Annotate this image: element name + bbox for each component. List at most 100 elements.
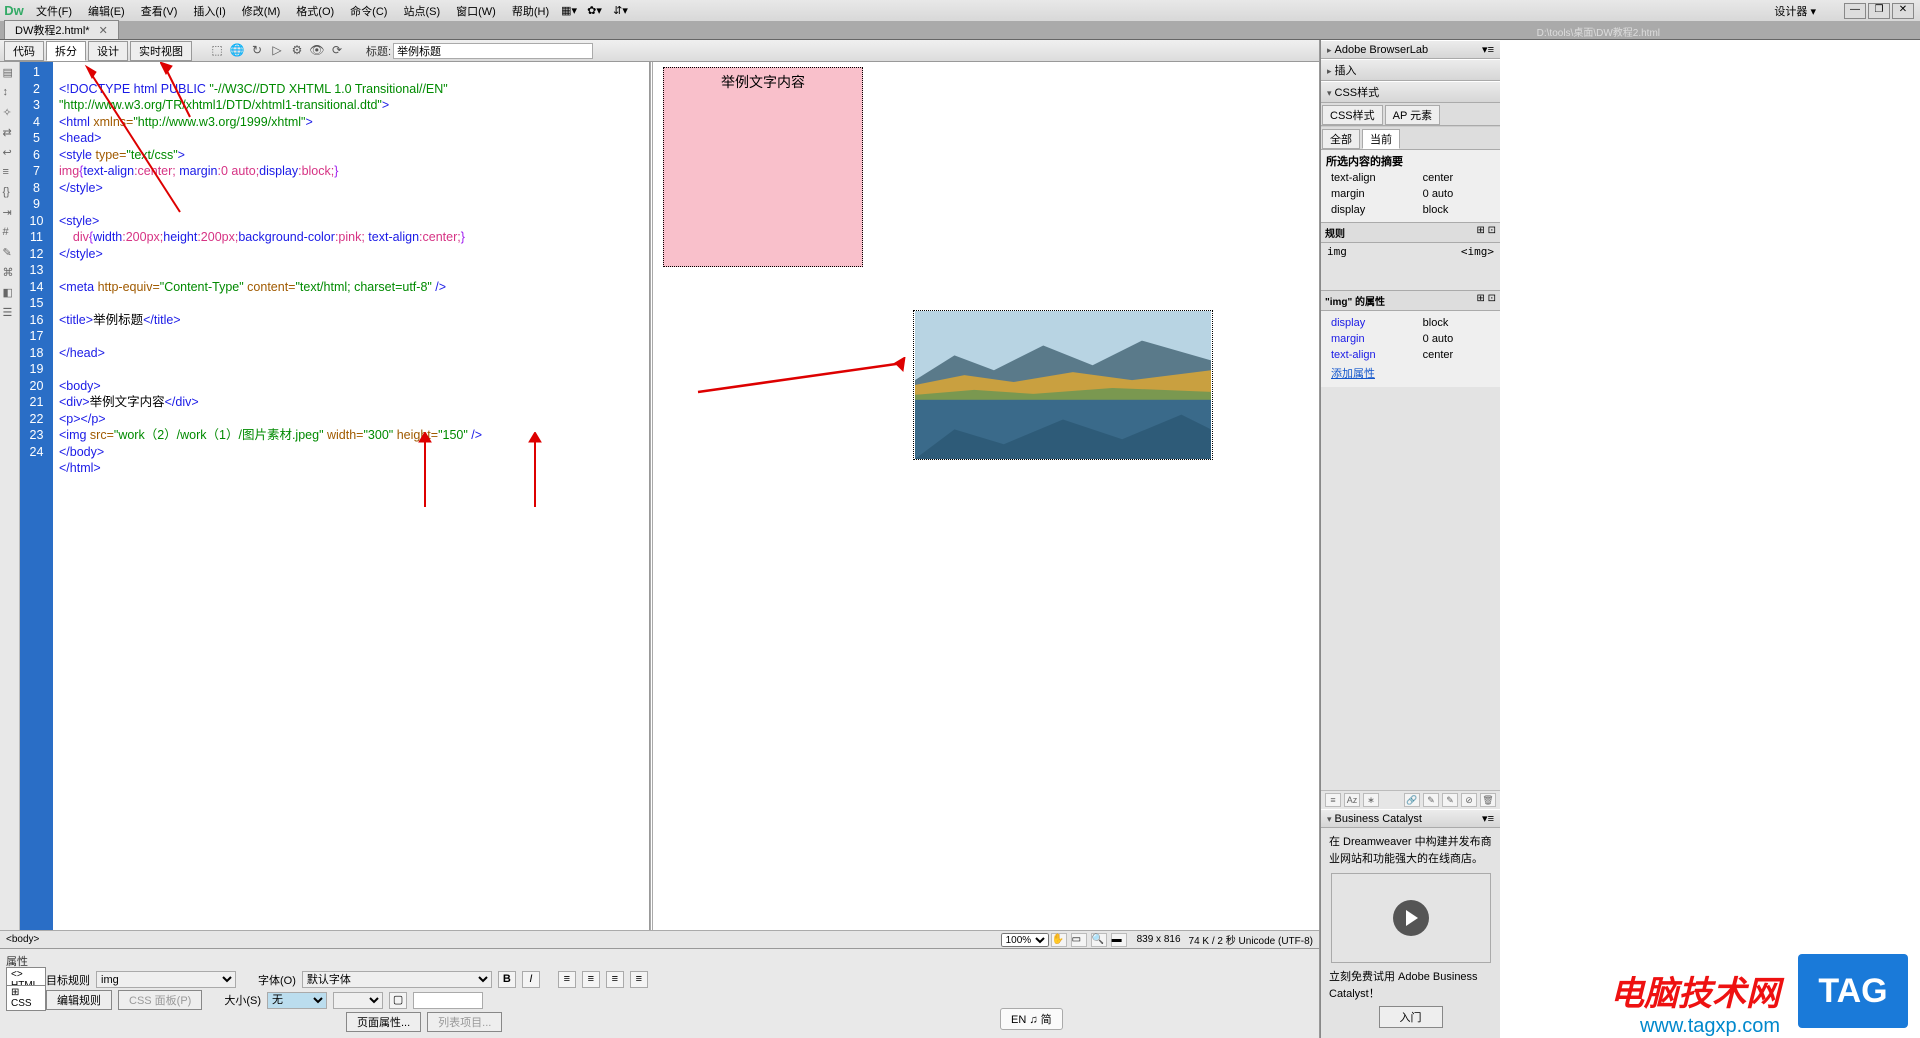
add-property-link[interactable]: 添加属性: [1331, 368, 1375, 380]
zoom-tool-icon[interactable]: 🔍: [1091, 933, 1107, 947]
gutter-open-icon[interactable]: ▤: [3, 66, 17, 80]
css-subtab-current[interactable]: 当前: [1362, 129, 1400, 149]
view-design-button[interactable]: 设计: [88, 41, 128, 61]
bcat-start-button[interactable]: 入门: [1379, 1006, 1443, 1028]
props-mode-css[interactable]: ⊞ CSS: [6, 985, 46, 1011]
screen-size-icon[interactable]: ▬: [1111, 933, 1127, 947]
menu-commands[interactable]: 命令(C): [342, 3, 395, 19]
align-left-button[interactable]: ≡: [558, 971, 576, 988]
menu-help[interactable]: 帮助(H): [504, 3, 557, 19]
document-tab[interactable]: DW教程2.html* ✕: [4, 20, 119, 39]
disable-icon[interactable]: ⊘: [1461, 793, 1477, 807]
design-view[interactable]: 举例文字内容: [650, 62, 1319, 930]
css-panel-header[interactable]: ▾CSS样式: [1321, 81, 1500, 103]
css-tab-ap[interactable]: AP 元素: [1385, 105, 1441, 125]
workspace-switcher[interactable]: 设计器 ▾: [1766, 3, 1824, 19]
attach-icon[interactable]: 🔗: [1404, 793, 1420, 807]
menu-insert[interactable]: 插入(I): [185, 3, 233, 19]
gutter-wand-icon[interactable]: ✧: [3, 106, 17, 120]
menu-edit[interactable]: 编辑(E): [80, 3, 133, 19]
font-select[interactable]: 默认字体: [302, 971, 492, 988]
business-catalyst-header[interactable]: ▾Business Catalyst▾≡: [1321, 809, 1500, 828]
tab-close-icon[interactable]: ✕: [99, 25, 108, 37]
italic-button[interactable]: I: [522, 971, 540, 988]
gutter-highlight-icon[interactable]: ≡: [3, 166, 17, 180]
edit-icon[interactable]: ✎: [1442, 793, 1458, 807]
gutter-wrap-icon[interactable]: ↩: [3, 146, 17, 160]
play-icon[interactable]: [1393, 900, 1429, 936]
refresh-icon[interactable]: ⟳: [328, 43, 346, 59]
gutter-syntax-icon[interactable]: {}: [3, 186, 17, 200]
window-maximize-button[interactable]: ❐: [1868, 3, 1890, 19]
layout-icon[interactable]: ▦▾: [561, 4, 579, 18]
gutter-snippet-icon[interactable]: ✎: [3, 246, 17, 260]
menu-file[interactable]: 文件(F): [28, 3, 80, 19]
gutter-recent-icon[interactable]: ◧: [3, 286, 17, 300]
category-icon[interactable]: ≡: [1325, 793, 1341, 807]
new-rule-icon[interactable]: ✎: [1423, 793, 1439, 807]
select-tool-icon[interactable]: ▭: [1071, 933, 1087, 947]
gutter-format-icon[interactable]: ⌘: [3, 266, 17, 280]
browserlab-panel-header[interactable]: ▸Adobe BrowserLab▾≡: [1321, 40, 1500, 59]
options-icon[interactable]: ⚙: [288, 43, 306, 59]
gutter-collapse-icon[interactable]: ↕: [3, 86, 17, 100]
menu-modify[interactable]: 修改(M): [234, 3, 289, 19]
livecode-icon[interactable]: ⬚: [208, 43, 226, 59]
code-view[interactable]: 123456789101112131415161718192021222324 …: [20, 62, 650, 930]
size-unit-select[interactable]: [333, 992, 383, 1009]
trash-icon[interactable]: 🗑: [1480, 793, 1496, 807]
set-icon[interactable]: ∗: [1363, 793, 1379, 807]
gutter-more-icon[interactable]: ☰: [3, 306, 17, 320]
page-properties-button[interactable]: 页面属性...: [346, 1012, 421, 1032]
bcat-video-thumb[interactable]: [1331, 873, 1491, 963]
css-tab-styles[interactable]: CSS样式: [1322, 105, 1383, 125]
preview-image-selected[interactable]: [913, 310, 1213, 460]
inspect-icon[interactable]: 🌐: [228, 43, 246, 59]
rule-row[interactable]: img <img>: [1321, 243, 1500, 260]
view-live-button[interactable]: 实时视图: [130, 41, 192, 61]
rules-toggle-icon[interactable]: ⊞ ⊡: [1476, 225, 1496, 240]
list-icon[interactable]: Az: [1344, 793, 1360, 807]
gutter-comment-icon[interactable]: #: [3, 226, 17, 240]
window-close-button[interactable]: ✕: [1892, 3, 1914, 19]
sync-icon[interactable]: ⇵▾: [613, 4, 631, 18]
zoom-select[interactable]: 100%: [1001, 933, 1049, 947]
table-row[interactable]: displayblock: [1328, 316, 1493, 330]
table-row[interactable]: text-aligncenter: [1328, 348, 1493, 362]
ime-indicator[interactable]: EN ♫ 简: [1000, 1008, 1063, 1030]
table-row[interactable]: text-aligncenter: [1328, 171, 1493, 185]
table-row[interactable]: margin0 auto: [1328, 187, 1493, 201]
view-split-button[interactable]: 拆分: [46, 41, 86, 61]
preview-div[interactable]: 举例文字内容: [663, 67, 863, 267]
extend-icon[interactable]: ✿▾: [587, 4, 605, 18]
hand-tool-icon[interactable]: ✋: [1051, 933, 1067, 947]
window-minimize-button[interactable]: —: [1844, 3, 1866, 19]
table-row[interactable]: margin0 auto: [1328, 332, 1493, 346]
gutter-arrows-icon[interactable]: ⇄: [3, 126, 17, 140]
tag-selector[interactable]: <body>: [6, 934, 39, 945]
visual-aids-icon[interactable]: 👁: [308, 43, 326, 59]
css-subtab-all[interactable]: 全部: [1322, 129, 1360, 149]
menu-view[interactable]: 查看(V): [133, 3, 186, 19]
insert-panel-header[interactable]: ▸插入: [1321, 59, 1500, 81]
size-select[interactable]: 无: [267, 992, 327, 1009]
list-items-button[interactable]: 列表项目...: [427, 1012, 502, 1032]
nav-icon[interactable]: ▷: [268, 43, 286, 59]
gutter-indent-icon[interactable]: ⇥: [3, 206, 17, 220]
align-justify-button[interactable]: ≡: [630, 971, 648, 988]
table-row[interactable]: displayblock: [1328, 203, 1493, 217]
menu-window[interactable]: 窗口(W): [448, 3, 504, 19]
color-swatch[interactable]: ▢: [389, 992, 407, 1009]
edit-rule-button[interactable]: 编辑规则: [46, 990, 112, 1010]
title-input[interactable]: [393, 43, 593, 59]
menu-format[interactable]: 格式(O): [288, 3, 342, 19]
color-input[interactable]: [413, 992, 483, 1009]
target-rule-select[interactable]: img: [96, 971, 236, 988]
align-center-button[interactable]: ≡: [582, 971, 600, 988]
refresh-live-icon[interactable]: ↻: [248, 43, 266, 59]
bold-button[interactable]: B: [498, 971, 516, 988]
align-right-button[interactable]: ≡: [606, 971, 624, 988]
show-set-icon[interactable]: ⊞ ⊡: [1476, 293, 1496, 308]
menu-site[interactable]: 站点(S): [395, 3, 448, 19]
view-code-button[interactable]: 代码: [4, 41, 44, 61]
